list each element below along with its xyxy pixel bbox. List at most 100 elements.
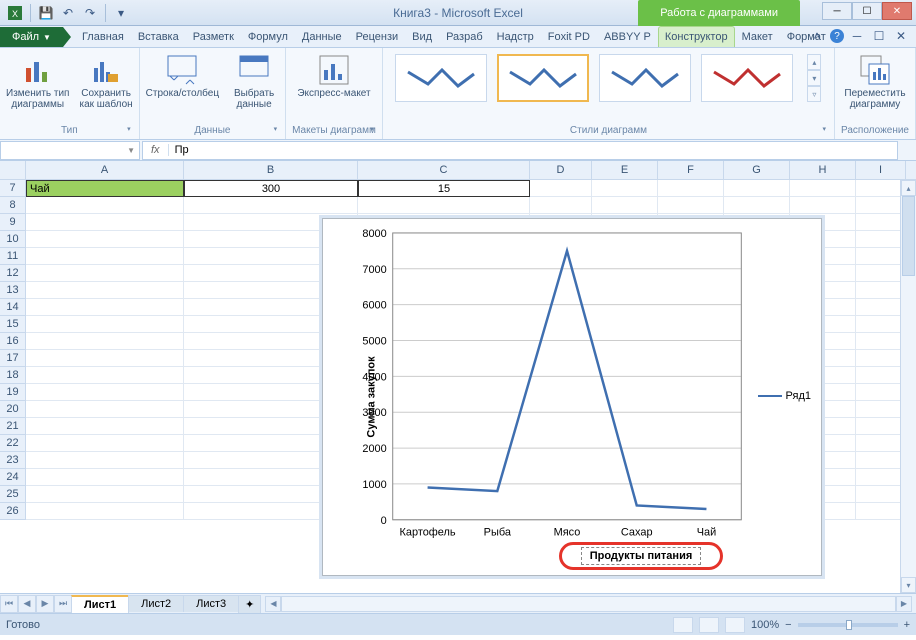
doc-restore-icon[interactable]: ☐ — [870, 28, 888, 44]
sheet-nav-first[interactable]: ⏮ — [0, 595, 18, 613]
tab-foxit[interactable]: Foxit PD — [541, 26, 597, 47]
tab-home[interactable]: Главная — [75, 26, 131, 47]
row-header-8[interactable]: 8 — [0, 197, 26, 214]
horizontal-scrollbar[interactable]: ◀ ▶ — [265, 596, 912, 612]
move-chart-button[interactable]: Переместить диаграмму — [844, 54, 905, 110]
file-tab[interactable]: Файл▼ — [0, 27, 63, 47]
chart-style-4[interactable] — [701, 54, 793, 102]
express-layout-button[interactable]: Экспресс-макет — [297, 54, 370, 99]
tab-view[interactable]: Вид — [405, 26, 439, 47]
cell-A25[interactable] — [26, 486, 184, 503]
switch-row-col-button[interactable]: Строка/столбец — [146, 54, 219, 99]
row-header-10[interactable]: 10 — [0, 231, 26, 248]
cell-H8[interactable] — [790, 197, 856, 214]
cell-A7[interactable]: Чай — [26, 180, 184, 197]
row-header-16[interactable]: 16 — [0, 333, 26, 350]
tab-data[interactable]: Данные — [295, 26, 349, 47]
style-prev-button[interactable]: ▴ — [807, 54, 821, 70]
hscroll-track[interactable] — [281, 596, 896, 612]
cell-E7[interactable] — [592, 180, 658, 197]
chart-legend[interactable]: Ряд1 — [758, 390, 811, 402]
cell-A21[interactable] — [26, 418, 184, 435]
cell-C7[interactable]: 15 — [358, 180, 530, 197]
cell-D8[interactable] — [530, 197, 592, 214]
cell-I24[interactable] — [856, 469, 906, 486]
vertical-scrollbar[interactable]: ▴ ▾ — [900, 180, 916, 593]
chart-style-1[interactable] — [395, 54, 487, 102]
tab-chart-design[interactable]: Конструктор — [658, 26, 735, 47]
tab-developer[interactable]: Разраб — [439, 26, 490, 47]
cell-A13[interactable] — [26, 282, 184, 299]
select-all-corner[interactable] — [0, 161, 26, 179]
row-header-20[interactable]: 20 — [0, 401, 26, 418]
cell-I16[interactable] — [856, 333, 906, 350]
chart-x-axis-label-input[interactable]: Продукты питания — [581, 547, 701, 565]
row-header-12[interactable]: 12 — [0, 265, 26, 282]
qat-dropdown-icon[interactable]: ▾ — [112, 4, 130, 22]
sheet-nav-next[interactable]: ▶ — [36, 595, 54, 613]
cell-A15[interactable] — [26, 316, 184, 333]
view-page-layout-button[interactable] — [699, 617, 719, 633]
col-header-H[interactable]: H — [790, 161, 856, 179]
cell-A17[interactable] — [26, 350, 184, 367]
cell-A20[interactable] — [26, 401, 184, 418]
redo-icon[interactable]: ↷ — [81, 4, 99, 22]
name-box[interactable]: ▼ — [0, 141, 140, 160]
cell-A23[interactable] — [26, 452, 184, 469]
cell-A9[interactable] — [26, 214, 184, 231]
chart-object[interactable]: 010002000300040005000600070008000Картофе… — [322, 218, 822, 576]
row-header-17[interactable]: 17 — [0, 350, 26, 367]
cell-I14[interactable] — [856, 299, 906, 316]
style-next-button[interactable]: ▾ — [807, 70, 821, 86]
col-header-B[interactable]: B — [184, 161, 358, 179]
cell-I9[interactable] — [856, 214, 906, 231]
scroll-up-button[interactable]: ▴ — [901, 180, 916, 196]
scroll-thumb[interactable] — [902, 196, 915, 276]
chart-style-3[interactable] — [599, 54, 691, 102]
cell-I15[interactable] — [856, 316, 906, 333]
select-data-button[interactable]: Выбрать данные — [229, 54, 279, 110]
cell-A26[interactable] — [26, 503, 184, 520]
new-sheet-button[interactable]: ✦ — [238, 595, 261, 613]
cell-A12[interactable] — [26, 265, 184, 282]
chart-plot-area[interactable]: 010002000300040005000600070008000Картофе… — [323, 219, 821, 576]
cell-I11[interactable] — [856, 248, 906, 265]
tab-addins[interactable]: Надстр — [490, 26, 541, 47]
col-header-D[interactable]: D — [530, 161, 592, 179]
row-header-23[interactable]: 23 — [0, 452, 26, 469]
cell-H7[interactable] — [790, 180, 856, 197]
cell-I10[interactable] — [856, 231, 906, 248]
excel-icon[interactable]: X — [6, 4, 24, 22]
formula-input[interactable]: Пр — [169, 144, 897, 156]
tab-chart-layout[interactable]: Макет — [735, 26, 780, 47]
row-header-15[interactable]: 15 — [0, 316, 26, 333]
fx-icon[interactable]: fx — [143, 144, 169, 156]
row-header-18[interactable]: 18 — [0, 367, 26, 384]
cell-I25[interactable] — [856, 486, 906, 503]
cell-A16[interactable] — [26, 333, 184, 350]
tab-review[interactable]: Рецензи — [349, 26, 406, 47]
col-header-A[interactable]: A — [26, 161, 184, 179]
cell-I17[interactable] — [856, 350, 906, 367]
save-icon[interactable]: 💾 — [37, 4, 55, 22]
cell-G7[interactable] — [724, 180, 790, 197]
cell-I26[interactable] — [856, 503, 906, 520]
cell-A18[interactable] — [26, 367, 184, 384]
cell-I21[interactable] — [856, 418, 906, 435]
sheet-nav-last[interactable]: ⏭ — [54, 595, 72, 613]
cell-D7[interactable] — [530, 180, 592, 197]
cell-I20[interactable] — [856, 401, 906, 418]
cell-B8[interactable] — [184, 197, 358, 214]
scroll-track[interactable] — [901, 196, 916, 577]
chart-style-2[interactable] — [497, 54, 589, 102]
cell-A8[interactable] — [26, 197, 184, 214]
maximize-button[interactable]: ☐ — [852, 2, 882, 20]
row-header-26[interactable]: 26 — [0, 503, 26, 520]
cell-I12[interactable] — [856, 265, 906, 282]
cell-I13[interactable] — [856, 282, 906, 299]
cell-A10[interactable] — [26, 231, 184, 248]
cell-C8[interactable] — [358, 197, 530, 214]
row-header-24[interactable]: 24 — [0, 469, 26, 486]
tab-formulas[interactable]: Формул — [241, 26, 295, 47]
cell-A19[interactable] — [26, 384, 184, 401]
